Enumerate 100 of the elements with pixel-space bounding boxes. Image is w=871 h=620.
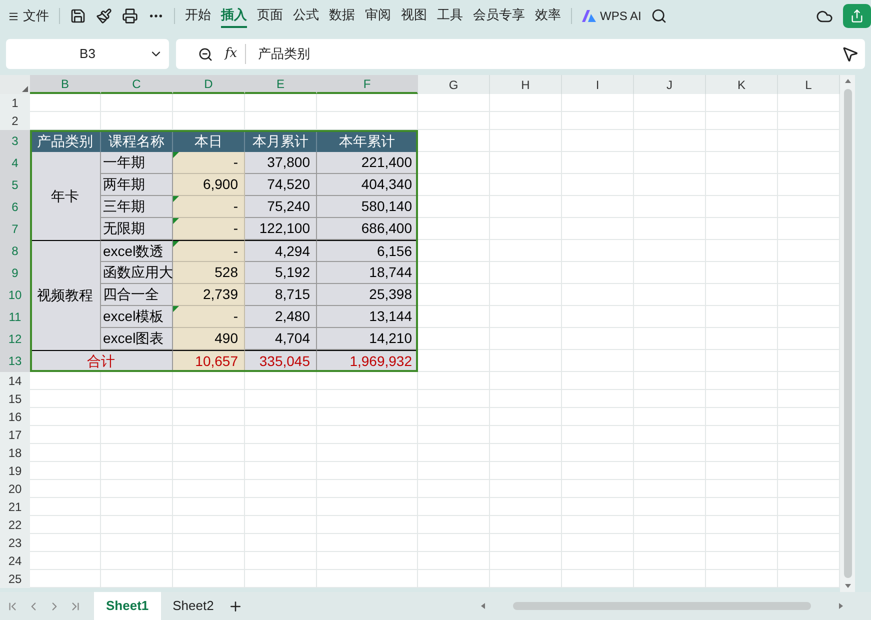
ai-button[interactable]: WPS AI bbox=[582, 7, 642, 25]
grid-cell[interactable] bbox=[418, 480, 490, 498]
grid-cell[interactable] bbox=[490, 112, 562, 130]
ribbon-tab[interactable]: 开始 bbox=[185, 4, 211, 28]
grid-cell[interactable] bbox=[562, 350, 634, 372]
grid-cell[interactable] bbox=[490, 306, 562, 328]
grid-cell[interactable] bbox=[634, 426, 706, 444]
grid-cell[interactable] bbox=[490, 426, 562, 444]
grid-cell[interactable] bbox=[562, 94, 634, 112]
grid-cell[interactable] bbox=[490, 284, 562, 306]
grid-cell[interactable] bbox=[778, 350, 840, 372]
grid-cell[interactable] bbox=[173, 408, 245, 426]
grid-cell[interactable] bbox=[173, 534, 245, 552]
grid-cell[interactable] bbox=[706, 444, 778, 462]
grid-cell[interactable] bbox=[778, 498, 840, 516]
grid-cell[interactable] bbox=[30, 498, 101, 516]
ribbon-tab[interactable]: 会员专享 bbox=[473, 4, 525, 28]
grid-cell[interactable] bbox=[490, 480, 562, 498]
grid-cell[interactable] bbox=[490, 390, 562, 408]
row-header[interactable]: 13 bbox=[0, 350, 30, 372]
row-header[interactable]: 2 bbox=[0, 112, 30, 130]
row-header[interactable]: 8 bbox=[0, 240, 30, 262]
row-header[interactable]: 15 bbox=[0, 390, 30, 408]
grid-cell[interactable] bbox=[778, 112, 840, 130]
grid-cell[interactable] bbox=[245, 372, 317, 390]
grid-cell[interactable] bbox=[490, 262, 562, 284]
grid-cell[interactable] bbox=[562, 240, 634, 262]
grid-cell[interactable] bbox=[30, 462, 101, 480]
grid-cell[interactable] bbox=[245, 112, 317, 130]
grid-cell[interactable] bbox=[490, 218, 562, 240]
select-all-corner[interactable] bbox=[0, 75, 30, 94]
grid-cell[interactable] bbox=[418, 306, 490, 328]
grid-cell[interactable] bbox=[173, 480, 245, 498]
grid-cell[interactable] bbox=[101, 498, 173, 516]
grid-cell[interactable] bbox=[778, 328, 840, 350]
grid-cell[interactable] bbox=[418, 570, 490, 588]
grid-cell[interactable] bbox=[634, 552, 706, 570]
add-sheet-icon[interactable] bbox=[228, 598, 243, 614]
grid-cell[interactable] bbox=[706, 218, 778, 240]
column-header[interactable]: I bbox=[562, 75, 634, 94]
row-header[interactable]: 14 bbox=[0, 372, 30, 390]
grid-cell[interactable] bbox=[101, 390, 173, 408]
column-header[interactable]: C bbox=[101, 75, 173, 94]
grid-cell[interactable] bbox=[101, 444, 173, 462]
grid-cell[interactable] bbox=[634, 570, 706, 588]
grid-cell[interactable] bbox=[634, 480, 706, 498]
grid-cell[interactable] bbox=[418, 498, 490, 516]
grid-cell[interactable] bbox=[317, 444, 418, 462]
grid-cell[interactable] bbox=[706, 284, 778, 306]
grid-cell[interactable] bbox=[418, 390, 490, 408]
grid-cell[interactable] bbox=[634, 390, 706, 408]
grid-cell[interactable] bbox=[634, 534, 706, 552]
grid-cell[interactable] bbox=[173, 112, 245, 130]
grid-cell[interactable] bbox=[706, 552, 778, 570]
ribbon-tab[interactable]: 公式 bbox=[293, 4, 319, 28]
grid-cell[interactable] bbox=[706, 112, 778, 130]
grid-cell[interactable] bbox=[562, 498, 634, 516]
grid-cell[interactable] bbox=[490, 152, 562, 174]
grid-cell[interactable] bbox=[562, 552, 634, 570]
grid-cell[interactable] bbox=[706, 94, 778, 112]
grid-cell[interactable] bbox=[418, 462, 490, 480]
grid-cell[interactable] bbox=[778, 262, 840, 284]
grid-cell[interactable] bbox=[706, 426, 778, 444]
grid-cell[interactable] bbox=[706, 372, 778, 390]
grid-cell[interactable] bbox=[778, 570, 840, 588]
grid-cell[interactable] bbox=[634, 498, 706, 516]
grid-cell[interactable] bbox=[101, 94, 173, 112]
grid-cell[interactable] bbox=[490, 534, 562, 552]
grid-cell[interactable] bbox=[30, 516, 101, 534]
row-header[interactable]: 19 bbox=[0, 462, 30, 480]
grid-cell[interactable] bbox=[562, 174, 634, 196]
grid-cell[interactable] bbox=[562, 306, 634, 328]
grid-cell[interactable] bbox=[778, 196, 840, 218]
grid-cell[interactable] bbox=[418, 534, 490, 552]
row-header[interactable]: 12 bbox=[0, 328, 30, 350]
grid-cell[interactable] bbox=[317, 462, 418, 480]
grid-cell[interactable] bbox=[562, 152, 634, 174]
grid-cell[interactable] bbox=[562, 328, 634, 350]
grid-cell[interactable] bbox=[706, 130, 778, 152]
grid-cell[interactable] bbox=[778, 218, 840, 240]
grid-cell[interactable] bbox=[317, 498, 418, 516]
grid-cell[interactable] bbox=[490, 130, 562, 152]
grid-cell[interactable] bbox=[562, 408, 634, 426]
grid-cell[interactable] bbox=[634, 240, 706, 262]
grid-cell[interactable] bbox=[634, 462, 706, 480]
formula-field[interactable]: fx 产品类别 bbox=[176, 39, 865, 69]
grid-cell[interactable] bbox=[562, 218, 634, 240]
grid-cell[interactable] bbox=[418, 196, 490, 218]
grid-cell[interactable] bbox=[101, 516, 173, 534]
grid-cell[interactable] bbox=[418, 174, 490, 196]
column-header[interactable]: D bbox=[173, 75, 245, 94]
grid-cell[interactable] bbox=[634, 350, 706, 372]
grid-cell[interactable] bbox=[101, 426, 173, 444]
grid-cell[interactable] bbox=[317, 426, 418, 444]
grid-cell[interactable] bbox=[173, 426, 245, 444]
grid-cell[interactable] bbox=[490, 462, 562, 480]
vertical-scrollbar[interactable] bbox=[840, 75, 855, 592]
grid-cell[interactable] bbox=[173, 552, 245, 570]
grid-cell[interactable] bbox=[562, 262, 634, 284]
row-header[interactable]: 25 bbox=[0, 570, 30, 588]
